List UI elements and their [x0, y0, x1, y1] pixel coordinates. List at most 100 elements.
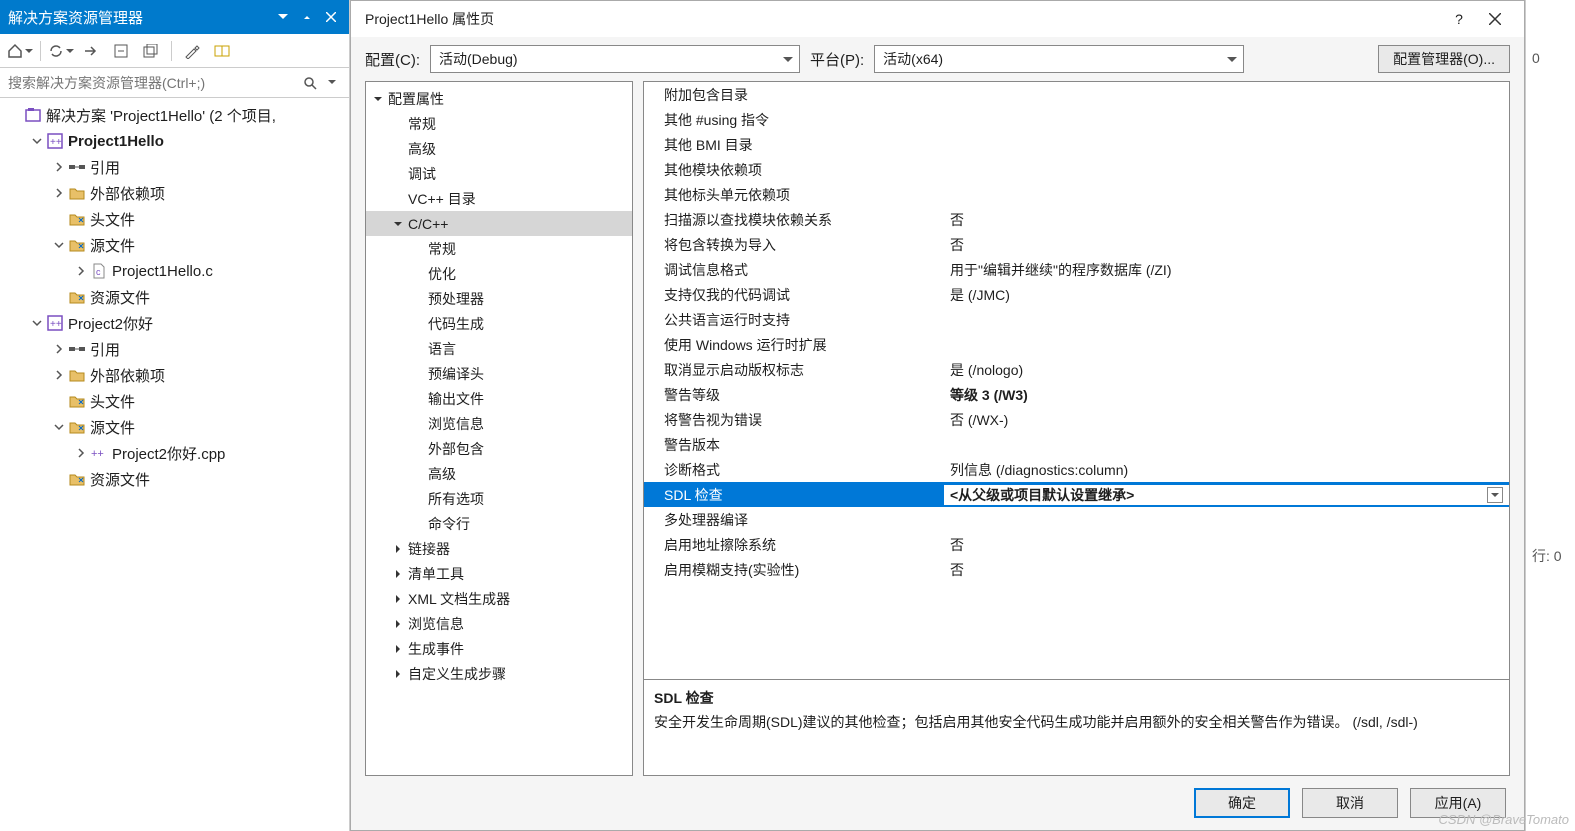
property-row[interactable]: 其他模块依赖项: [644, 157, 1509, 182]
twist-icon[interactable]: [412, 443, 424, 455]
twist-icon[interactable]: [412, 418, 424, 430]
property-value[interactable]: 用于"编辑并继续"的程序数据库 (/ZI): [944, 260, 1509, 280]
nav-row[interactable]: 浏览信息: [366, 611, 632, 636]
tree-row[interactable]: ++Project2你好: [0, 310, 349, 336]
twist-icon[interactable]: [412, 518, 424, 530]
tree-row[interactable]: 外部依赖项: [0, 180, 349, 206]
chevron-down-icon[interactable]: [1487, 487, 1503, 503]
property-row[interactable]: 诊断格式列信息 (/diagnostics:column): [644, 457, 1509, 482]
property-value[interactable]: 否: [944, 535, 1509, 555]
nav-row[interactable]: 常规: [366, 236, 632, 261]
nav-row[interactable]: VC++ 目录: [366, 186, 632, 211]
property-value[interactable]: 否 (/WX-): [944, 410, 1509, 430]
twist-icon[interactable]: [392, 593, 404, 605]
nav-row[interactable]: XML 文档生成器: [366, 586, 632, 611]
twist-icon[interactable]: [52, 420, 66, 434]
nav-row[interactable]: 预编译头: [366, 361, 632, 386]
property-value[interactable]: 否: [944, 235, 1509, 255]
nav-row[interactable]: 生成事件: [366, 636, 632, 661]
tree-row[interactable]: 资源文件: [0, 284, 349, 310]
nav-row[interactable]: 清单工具: [366, 561, 632, 586]
twist-icon[interactable]: [392, 668, 404, 680]
property-row[interactable]: 多处理器编译: [644, 507, 1509, 532]
twist-icon[interactable]: [392, 568, 404, 580]
property-row[interactable]: 调试信息格式用于"编辑并继续"的程序数据库 (/ZI): [644, 257, 1509, 282]
twist-icon[interactable]: [52, 368, 66, 382]
nav-row[interactable]: 链接器: [366, 536, 632, 561]
twist-icon[interactable]: [30, 316, 44, 330]
solution-search-input[interactable]: [6, 74, 299, 92]
nav-row[interactable]: 代码生成: [366, 311, 632, 336]
search-icon[interactable]: [299, 72, 321, 94]
solution-search-box[interactable]: [0, 68, 349, 98]
tree-row[interactable]: 引用: [0, 336, 349, 362]
property-row[interactable]: 其他 BMI 目录: [644, 132, 1509, 157]
property-row[interactable]: 警告版本: [644, 432, 1509, 457]
twist-icon[interactable]: [392, 218, 404, 230]
twist-icon[interactable]: [412, 368, 424, 380]
config-manager-button[interactable]: 配置管理器(O)...: [1378, 45, 1510, 73]
help-button[interactable]: ?: [1444, 7, 1474, 31]
property-value[interactable]: 否: [944, 210, 1509, 230]
nav-row[interactable]: 自定义生成步骤: [366, 661, 632, 686]
property-row[interactable]: 公共语言运行时支持: [644, 307, 1509, 332]
tree-row[interactable]: 头文件: [0, 388, 349, 414]
twist-icon[interactable]: [392, 143, 404, 155]
twist-icon[interactable]: [52, 472, 66, 486]
cancel-button[interactable]: 取消: [1302, 788, 1398, 818]
twist-icon[interactable]: [412, 493, 424, 505]
twist-icon[interactable]: [52, 238, 66, 252]
twist-icon[interactable]: [412, 243, 424, 255]
twist-icon[interactable]: [412, 293, 424, 305]
twist-icon[interactable]: [392, 643, 404, 655]
property-row[interactable]: 警告等级等级 3 (/W3): [644, 382, 1509, 407]
property-row[interactable]: 扫描源以查找模块依赖关系否: [644, 207, 1509, 232]
property-row[interactable]: 取消显示启动版权标志是 (/nologo): [644, 357, 1509, 382]
property-grid[interactable]: 附加包含目录其他 #using 指令其他 BMI 目录其他模块依赖项其他标头单元…: [643, 81, 1510, 680]
property-nav-tree[interactable]: 配置属性常规高级调试VC++ 目录C/C++常规优化预处理器代码生成语言预编译头…: [365, 81, 633, 776]
property-row[interactable]: 将包含转换为导入否: [644, 232, 1509, 257]
dropdown-icon[interactable]: [273, 7, 293, 27]
property-row[interactable]: 其他标头单元依赖项: [644, 182, 1509, 207]
nav-row[interactable]: 命令行: [366, 511, 632, 536]
tree-row[interactable]: 资源文件: [0, 466, 349, 492]
preview-button[interactable]: [208, 38, 236, 64]
nav-row[interactable]: 配置属性: [366, 86, 632, 111]
property-row[interactable]: SDL 检查<从父级或项目默认设置继承>: [644, 482, 1509, 507]
tree-row[interactable]: 源文件: [0, 414, 349, 440]
tree-row[interactable]: ++Project1Hello: [0, 128, 349, 154]
property-row[interactable]: 其他 #using 指令: [644, 107, 1509, 132]
close-icon[interactable]: [321, 7, 341, 27]
nav-row[interactable]: 高级: [366, 136, 632, 161]
twist-icon[interactable]: [412, 468, 424, 480]
nav-row[interactable]: 常规: [366, 111, 632, 136]
twist-icon[interactable]: [52, 290, 66, 304]
twist-icon[interactable]: [412, 343, 424, 355]
tree-row[interactable]: 外部依赖项: [0, 362, 349, 388]
property-row[interactable]: 启用地址擦除系统否: [644, 532, 1509, 557]
twist-icon[interactable]: [392, 618, 404, 630]
property-row[interactable]: 使用 Windows 运行时扩展: [644, 332, 1509, 357]
property-row[interactable]: 支持仅我的代码调试是 (/JMC): [644, 282, 1509, 307]
nav-row[interactable]: C/C++: [366, 211, 632, 236]
nav-row[interactable]: 预处理器: [366, 286, 632, 311]
sync-button[interactable]: [47, 38, 75, 64]
tree-row[interactable]: 头文件: [0, 206, 349, 232]
tree-row[interactable]: cProject1Hello.c: [0, 258, 349, 284]
search-dropdown-icon[interactable]: [321, 72, 343, 94]
twist-icon[interactable]: [392, 543, 404, 555]
twist-icon[interactable]: [412, 268, 424, 280]
twist-icon[interactable]: [74, 446, 88, 460]
property-value[interactable]: 是 (/JMC): [944, 285, 1509, 305]
twist-icon[interactable]: [392, 168, 404, 180]
solution-tree[interactable]: 解决方案 'Project1Hello' (2 个项目,++Project1He…: [0, 98, 349, 831]
nav-row[interactable]: 调试: [366, 161, 632, 186]
twist-icon[interactable]: [392, 193, 404, 205]
twist-icon[interactable]: [52, 160, 66, 174]
property-row[interactable]: 启用模糊支持(实验性)否: [644, 557, 1509, 582]
platform-select[interactable]: 活动(x64): [874, 45, 1244, 73]
home-button[interactable]: [6, 38, 34, 64]
twist-icon[interactable]: [52, 212, 66, 226]
twist-icon[interactable]: [30, 134, 44, 148]
showall-button[interactable]: [137, 38, 165, 64]
